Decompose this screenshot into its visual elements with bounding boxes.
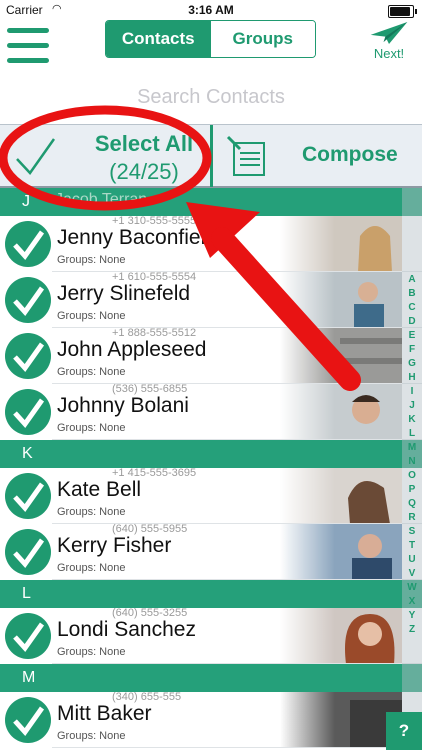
contact-name: Londi Sanchez xyxy=(57,618,196,641)
index-letter[interactable]: Z xyxy=(402,624,422,635)
index-letter[interactable]: T xyxy=(402,540,422,551)
contact-groups: Groups: None xyxy=(57,254,126,266)
index-letter[interactable]: X xyxy=(402,596,422,607)
section-letter: M xyxy=(22,669,36,686)
index-letter[interactable]: P xyxy=(402,484,422,495)
contact-row[interactable]: (640) 555-5955 Kerry Fisher Groups: None xyxy=(0,524,422,580)
index-letter[interactable]: Q xyxy=(402,498,422,509)
section-header-k: K xyxy=(0,440,422,468)
next-button[interactable]: Next! xyxy=(364,20,414,64)
index-letter[interactable]: O xyxy=(402,470,422,481)
nav-bar: Contacts Groups Next! xyxy=(0,20,422,68)
alphabet-index[interactable]: ABCDEFGHIJKLMNOPQRSTUVWXYZ xyxy=(402,188,422,750)
status-time: 3:16 AM xyxy=(188,3,234,17)
index-letter[interactable]: L xyxy=(402,428,422,439)
section-letter: L xyxy=(22,585,31,602)
contact-groups: Groups: None xyxy=(57,646,126,658)
index-letter[interactable]: I xyxy=(402,386,422,397)
index-letter[interactable]: M xyxy=(402,442,422,453)
index-letter[interactable]: C xyxy=(402,302,422,313)
tab-contacts[interactable]: Contacts xyxy=(106,21,211,57)
section-header-m: M xyxy=(0,664,422,692)
contact-row[interactable]: +1 415-555-3695 Kate Bell Groups: None xyxy=(0,468,422,524)
index-letter[interactable]: H xyxy=(402,372,422,383)
contact-groups: Groups: None xyxy=(57,730,126,742)
checkmark-circle-icon[interactable] xyxy=(4,276,52,324)
section-header-l: L xyxy=(0,580,422,608)
contact-name: Kate Bell xyxy=(57,478,142,501)
index-letter[interactable]: Y xyxy=(402,610,422,621)
index-letter[interactable]: V xyxy=(402,568,422,579)
next-label: Next! xyxy=(373,46,405,61)
contact-photo xyxy=(280,468,402,524)
index-letter[interactable]: E xyxy=(402,330,422,341)
checkmark-circle-icon[interactable] xyxy=(4,220,52,268)
action-bar: Select All (24/25) Compose xyxy=(0,124,422,188)
compose-label: Compose xyxy=(302,143,398,166)
contact-photo xyxy=(280,384,402,440)
contact-row[interactable]: (340) 655-555 Mitt Baker Groups: None xyxy=(0,692,422,748)
search-input[interactable]: Search Contacts xyxy=(0,86,422,109)
section-ghost-name: Jacob Terran xyxy=(55,191,148,208)
select-all-button[interactable]: Select All (24/25) xyxy=(0,125,213,187)
contact-name: Jerry Slinefeld xyxy=(57,282,191,305)
index-letter[interactable]: U xyxy=(402,554,422,565)
section-header-j: J Jacob Terran xyxy=(0,188,422,216)
contact-name: Mitt Baker xyxy=(57,702,152,725)
compose-icon xyxy=(226,135,265,176)
contact-name: Johnny Bolani xyxy=(57,394,189,417)
tab-groups[interactable]: Groups xyxy=(210,21,315,57)
index-letter[interactable]: G xyxy=(402,358,422,369)
help-button[interactable]: ? xyxy=(386,712,422,750)
selected-count: (24/25) xyxy=(109,159,179,184)
status-bar: Carrier ◠ 3:16 AM xyxy=(0,0,422,20)
contact-row[interactable]: +1 610-555-5554 Jerry Slinefeld Groups: … xyxy=(0,272,422,328)
index-letter[interactable]: K xyxy=(402,414,422,425)
index-letter[interactable]: A xyxy=(402,274,422,285)
checkmark-circle-icon[interactable] xyxy=(4,612,52,660)
contact-name: Jenny Baconfields xyxy=(57,226,228,249)
contact-photo xyxy=(280,328,402,384)
contact-photo xyxy=(280,524,402,580)
contact-row[interactable]: (536) 555-6855 Johnny Bolani Groups: Non… xyxy=(0,384,422,440)
section-letter: K xyxy=(22,445,33,462)
contact-photo xyxy=(280,608,402,664)
index-letter[interactable]: S xyxy=(402,526,422,537)
check-icon xyxy=(16,138,56,175)
index-letter[interactable]: F xyxy=(402,344,422,355)
checkmark-circle-icon[interactable] xyxy=(4,332,52,380)
contact-row[interactable]: (640) 555-3255 Londi Sanchez Groups: Non… xyxy=(0,608,422,664)
contact-groups: Groups: None xyxy=(57,422,126,434)
contacts-list: J Jacob Terran +1 310-555-5555 Jenny Bac… xyxy=(0,188,422,750)
checkmark-circle-icon[interactable] xyxy=(4,696,52,744)
index-letter[interactable]: D xyxy=(402,316,422,327)
contact-groups: Groups: None xyxy=(57,310,126,322)
contact-name: John Appleseed xyxy=(57,338,207,361)
contact-groups: Groups: None xyxy=(57,506,126,518)
checkmark-circle-icon[interactable] xyxy=(4,388,52,436)
battery-icon xyxy=(388,5,417,18)
contact-photo xyxy=(280,272,402,328)
select-all-label: Select All xyxy=(94,131,194,156)
section-letter: J xyxy=(22,193,30,210)
contact-name: Kerry Fisher xyxy=(57,534,172,557)
checkmark-circle-icon[interactable] xyxy=(4,472,52,520)
contacts-groups-segmented-control: Contacts Groups xyxy=(105,20,316,58)
index-letter[interactable]: N xyxy=(402,456,422,467)
contact-row[interactable]: +1 310-555-5555 Jenny Baconfields Groups… xyxy=(0,216,422,272)
index-letter[interactable]: B xyxy=(402,288,422,299)
compose-button[interactable]: Compose xyxy=(214,125,422,187)
index-letter[interactable]: W xyxy=(402,582,422,593)
contact-groups: Groups: None xyxy=(57,366,126,378)
contact-row[interactable]: +1 888-555-5512 John Appleseed Groups: N… xyxy=(0,328,422,384)
contact-photo xyxy=(280,216,402,272)
contact-photo xyxy=(280,692,402,748)
menu-icon[interactable] xyxy=(7,28,49,64)
contact-groups: Groups: None xyxy=(57,562,126,574)
paper-plane-icon xyxy=(370,22,408,44)
index-letter[interactable]: J xyxy=(402,400,422,411)
index-letter[interactable]: R xyxy=(402,512,422,523)
checkmark-circle-icon[interactable] xyxy=(4,528,52,576)
